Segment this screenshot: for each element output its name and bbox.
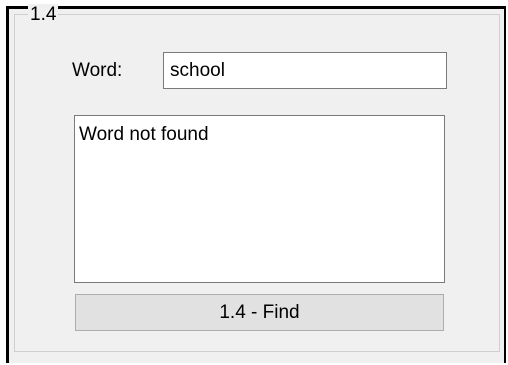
result-output-box[interactable]: Word not found xyxy=(74,115,445,283)
word-label: Word: xyxy=(72,60,123,81)
result-text: Word not found xyxy=(79,124,209,145)
find-button[interactable]: 1.4 - Find xyxy=(75,294,444,331)
word-input[interactable] xyxy=(163,52,447,89)
group-title: 1.4 xyxy=(28,4,59,26)
